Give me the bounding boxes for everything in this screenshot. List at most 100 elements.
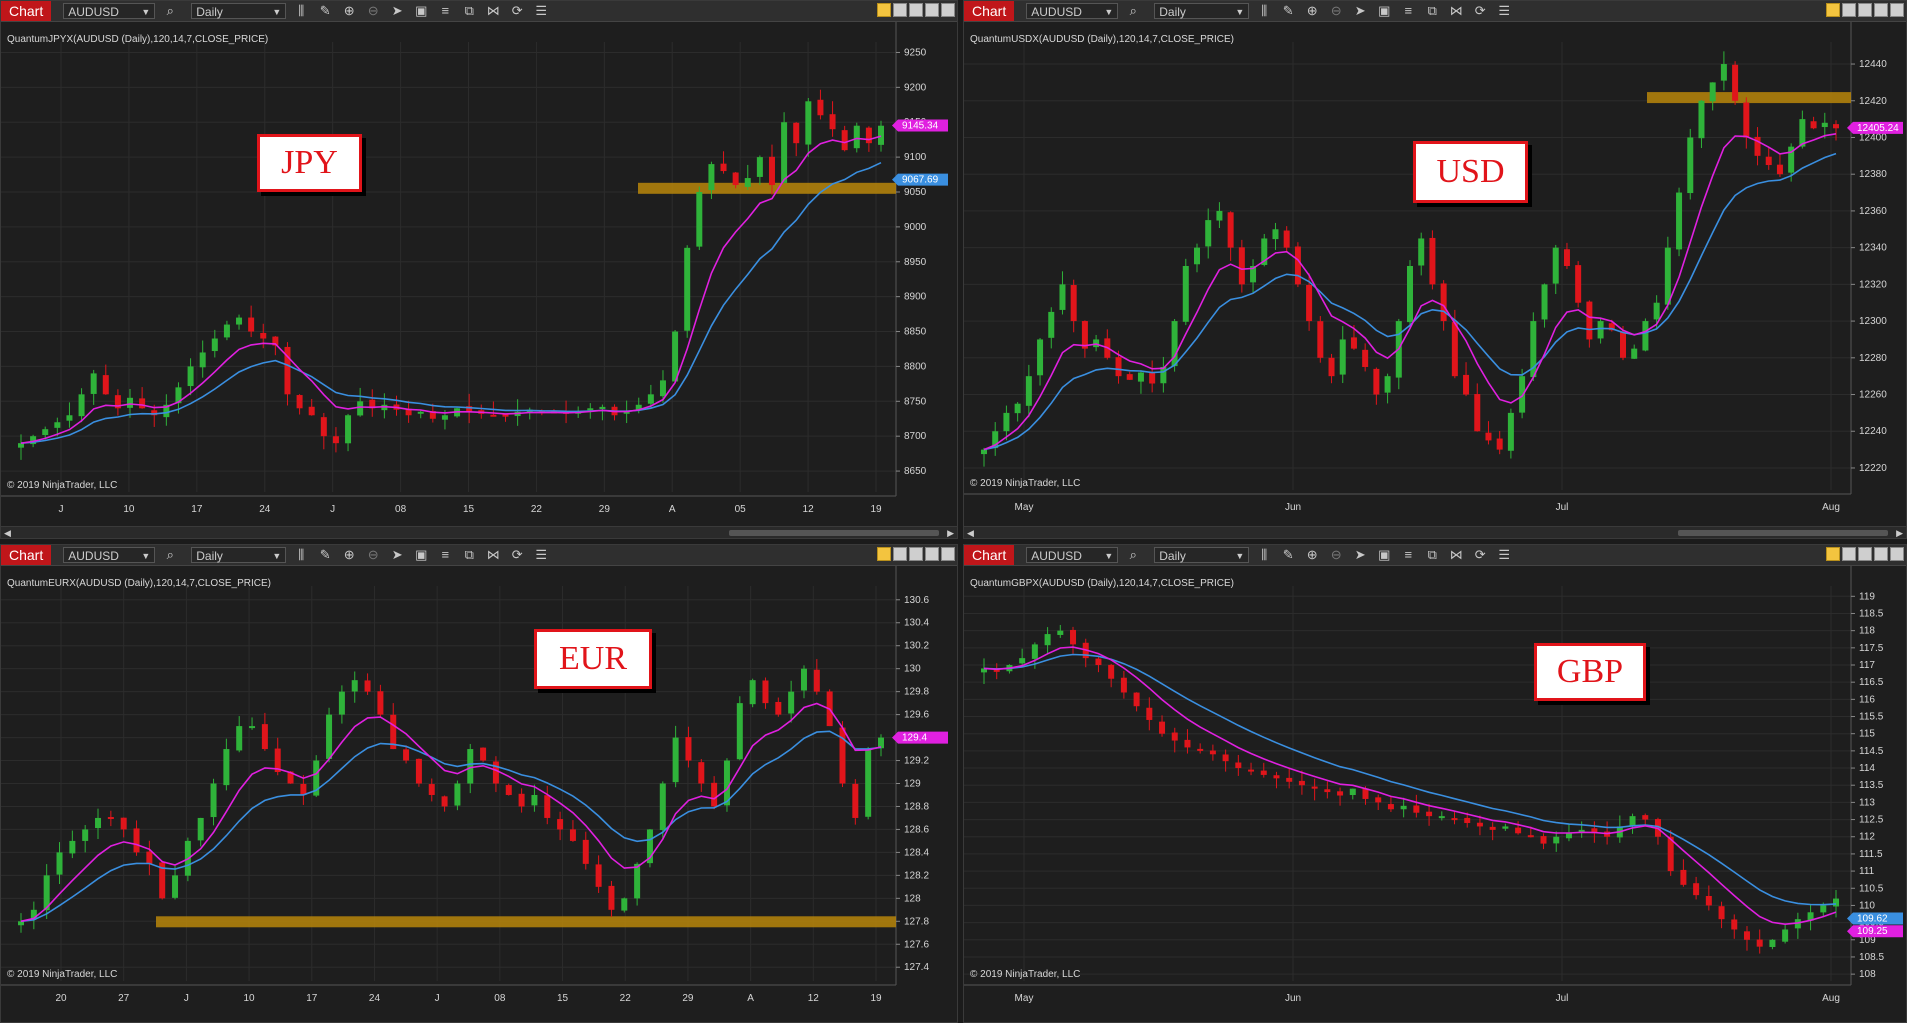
chart-tab[interactable]: Chart xyxy=(964,1,1015,21)
bar-type-icon[interactable]: ⫼ xyxy=(1255,547,1273,563)
zoom-out-icon[interactable]: ⊖ xyxy=(364,547,382,563)
bars-icon[interactable]: ≡ xyxy=(436,547,454,563)
scroll-thumb[interactable] xyxy=(729,530,939,536)
pencil-icon[interactable]: ✎ xyxy=(1279,3,1297,19)
zoom-in-icon[interactable]: ⊕ xyxy=(1303,547,1321,563)
stack-icon[interactable]: ⧉ xyxy=(1423,3,1441,19)
candle xyxy=(1048,307,1055,349)
price-chart[interactable]: 130.6 130.4 130.2 130 129.8 129.6 129.4 129.2 12… xyxy=(1,566,957,1011)
zoom-in-icon[interactable]: ⊕ xyxy=(340,3,358,19)
tile-icon[interactable] xyxy=(893,3,907,17)
bars-icon[interactable]: ≡ xyxy=(1399,547,1417,563)
tile-icon[interactable] xyxy=(1842,547,1856,561)
maximize-button[interactable] xyxy=(1874,3,1888,17)
maximize-button[interactable] xyxy=(1874,547,1888,561)
properties-icon[interactable]: ☰ xyxy=(532,3,550,19)
maximize-button[interactable] xyxy=(925,3,939,17)
strategy-icon[interactable]: ⋈ xyxy=(1447,3,1465,19)
search-icon[interactable]: ⌕ xyxy=(161,547,179,563)
price-chart[interactable]: 9250920091509100905090008950890088508800… xyxy=(1,22,957,522)
data-box-icon[interactable]: ▣ xyxy=(412,3,430,19)
properties-icon[interactable]: ☰ xyxy=(532,547,550,563)
refresh-icon[interactable]: ⟳ xyxy=(508,3,526,19)
bars-icon[interactable]: ≡ xyxy=(1399,3,1417,19)
horizontal-scrollbar[interactable]: ◀ ▶ xyxy=(1,526,957,538)
search-icon[interactable]: ⌕ xyxy=(1124,3,1142,19)
minimize-button[interactable] xyxy=(909,3,923,17)
tile-icon[interactable] xyxy=(893,547,907,561)
refresh-icon[interactable]: ⟳ xyxy=(1471,547,1489,563)
pointer-icon[interactable]: ➤ xyxy=(1351,547,1369,563)
zoom-out-icon[interactable]: ⊖ xyxy=(364,3,382,19)
strategy-icon[interactable]: ⋈ xyxy=(484,547,502,563)
refresh-icon[interactable]: ⟳ xyxy=(508,547,526,563)
interval-value: Daily xyxy=(196,5,223,19)
minimize-button[interactable] xyxy=(1858,3,1872,17)
pencil-icon[interactable]: ✎ xyxy=(1279,547,1297,563)
pointer-icon[interactable]: ➤ xyxy=(388,547,406,563)
chart-tab[interactable]: Chart xyxy=(964,545,1015,565)
data-box-icon[interactable]: ▣ xyxy=(1375,3,1393,19)
close-button[interactable] xyxy=(941,547,955,561)
scroll-right-icon[interactable]: ▶ xyxy=(947,528,954,538)
scroll-left-icon[interactable]: ◀ xyxy=(967,528,974,538)
bar-type-icon[interactable]: ⫼ xyxy=(1255,3,1273,19)
minimize-button[interactable] xyxy=(909,547,923,561)
instrument-selector[interactable]: AUDUSD ▼ xyxy=(1026,547,1119,563)
pencil-icon[interactable]: ✎ xyxy=(316,547,334,563)
interval-selector[interactable]: Daily ▼ xyxy=(1154,547,1250,563)
bars-icon[interactable]: ≡ xyxy=(436,3,454,19)
scroll-left-icon[interactable]: ◀ xyxy=(4,528,11,538)
zoom-out-icon[interactable]: ⊖ xyxy=(1327,547,1345,563)
stack-icon[interactable]: ⧉ xyxy=(460,547,478,563)
zoom-in-icon[interactable]: ⊕ xyxy=(1303,3,1321,19)
data-box-icon[interactable]: ▣ xyxy=(412,547,430,563)
interval-selector[interactable]: Daily ▼ xyxy=(191,547,287,563)
interval-selector[interactable]: Daily ▼ xyxy=(1154,3,1250,19)
tile-icon[interactable] xyxy=(1842,3,1856,17)
maximize-button[interactable] xyxy=(925,547,939,561)
properties-icon[interactable]: ☰ xyxy=(1495,547,1513,563)
link-icon[interactable] xyxy=(1826,547,1840,561)
instrument-selector[interactable]: AUDUSD ▼ xyxy=(63,547,156,563)
minimize-button[interactable] xyxy=(1858,547,1872,561)
price-chart[interactable]: 12440 12420 12400 12380 12360 12340 12320 12300… xyxy=(964,22,1906,520)
interval-selector[interactable]: Daily ▼ xyxy=(191,3,287,19)
price-chart[interactable]: 119 118.5 118 117.5 117 116.5 116 115.5 115 114.5… xyxy=(964,566,1906,1011)
close-button[interactable] xyxy=(941,3,955,17)
link-icon[interactable] xyxy=(877,547,891,561)
close-button[interactable] xyxy=(1890,547,1904,561)
candle xyxy=(66,402,73,428)
chart-panel-eur[interactable]: Chart AUDUSD ▼ ⌕ Daily ▼ ⫼ ✎ ⊕ ⊖ ➤ ▣ ≡ ⧉ ⋈… xyxy=(0,544,958,1023)
chart-panel-usd[interactable]: Chart AUDUSD ▼ ⌕ Daily ▼ ⫼ ✎ ⊕ ⊖ ➤ ▣ ≡ ⧉ ⋈… xyxy=(963,0,1907,539)
zoom-out-icon[interactable]: ⊖ xyxy=(1327,3,1345,19)
chart-panel-gbp[interactable]: Chart AUDUSD ▼ ⌕ Daily ▼ ⫼ ✎ ⊕ ⊖ ➤ ▣ ≡ ⧉ ⋈… xyxy=(963,544,1907,1023)
chart-tab[interactable]: Chart xyxy=(1,545,52,565)
candle xyxy=(43,864,50,919)
stack-icon[interactable]: ⧉ xyxy=(460,3,478,19)
bar-type-icon[interactable]: ⫼ xyxy=(292,3,310,19)
strategy-icon[interactable]: ⋈ xyxy=(1447,547,1465,563)
strategy-icon[interactable]: ⋈ xyxy=(484,3,502,19)
horizontal-scrollbar[interactable]: ◀ ▶ xyxy=(964,526,1906,538)
zoom-in-icon[interactable]: ⊕ xyxy=(340,547,358,563)
properties-icon[interactable]: ☰ xyxy=(1495,3,1513,19)
close-button[interactable] xyxy=(1890,3,1904,17)
search-icon[interactable]: ⌕ xyxy=(1124,547,1142,563)
pointer-icon[interactable]: ➤ xyxy=(1351,3,1369,19)
chart-tab[interactable]: Chart xyxy=(1,1,52,21)
scroll-thumb[interactable] xyxy=(1678,530,1888,536)
link-icon[interactable] xyxy=(877,3,891,17)
refresh-icon[interactable]: ⟳ xyxy=(1471,3,1489,19)
stack-icon[interactable]: ⧉ xyxy=(1423,547,1441,563)
search-icon[interactable]: ⌕ xyxy=(161,3,179,19)
pencil-icon[interactable]: ✎ xyxy=(316,3,334,19)
instrument-selector[interactable]: AUDUSD ▼ xyxy=(63,3,156,19)
data-box-icon[interactable]: ▣ xyxy=(1375,547,1393,563)
link-icon[interactable] xyxy=(1826,3,1840,17)
chart-panel-jpy[interactable]: Chart AUDUSD ▼ ⌕ Daily ▼ ⫼ ✎ ⊕ ⊖ ➤ ▣ ≡ ⧉ ⋈… xyxy=(0,0,958,539)
scroll-right-icon[interactable]: ▶ xyxy=(1896,528,1903,538)
instrument-selector[interactable]: AUDUSD ▼ xyxy=(1026,3,1119,19)
pointer-icon[interactable]: ➤ xyxy=(388,3,406,19)
bar-type-icon[interactable]: ⫼ xyxy=(292,547,310,563)
